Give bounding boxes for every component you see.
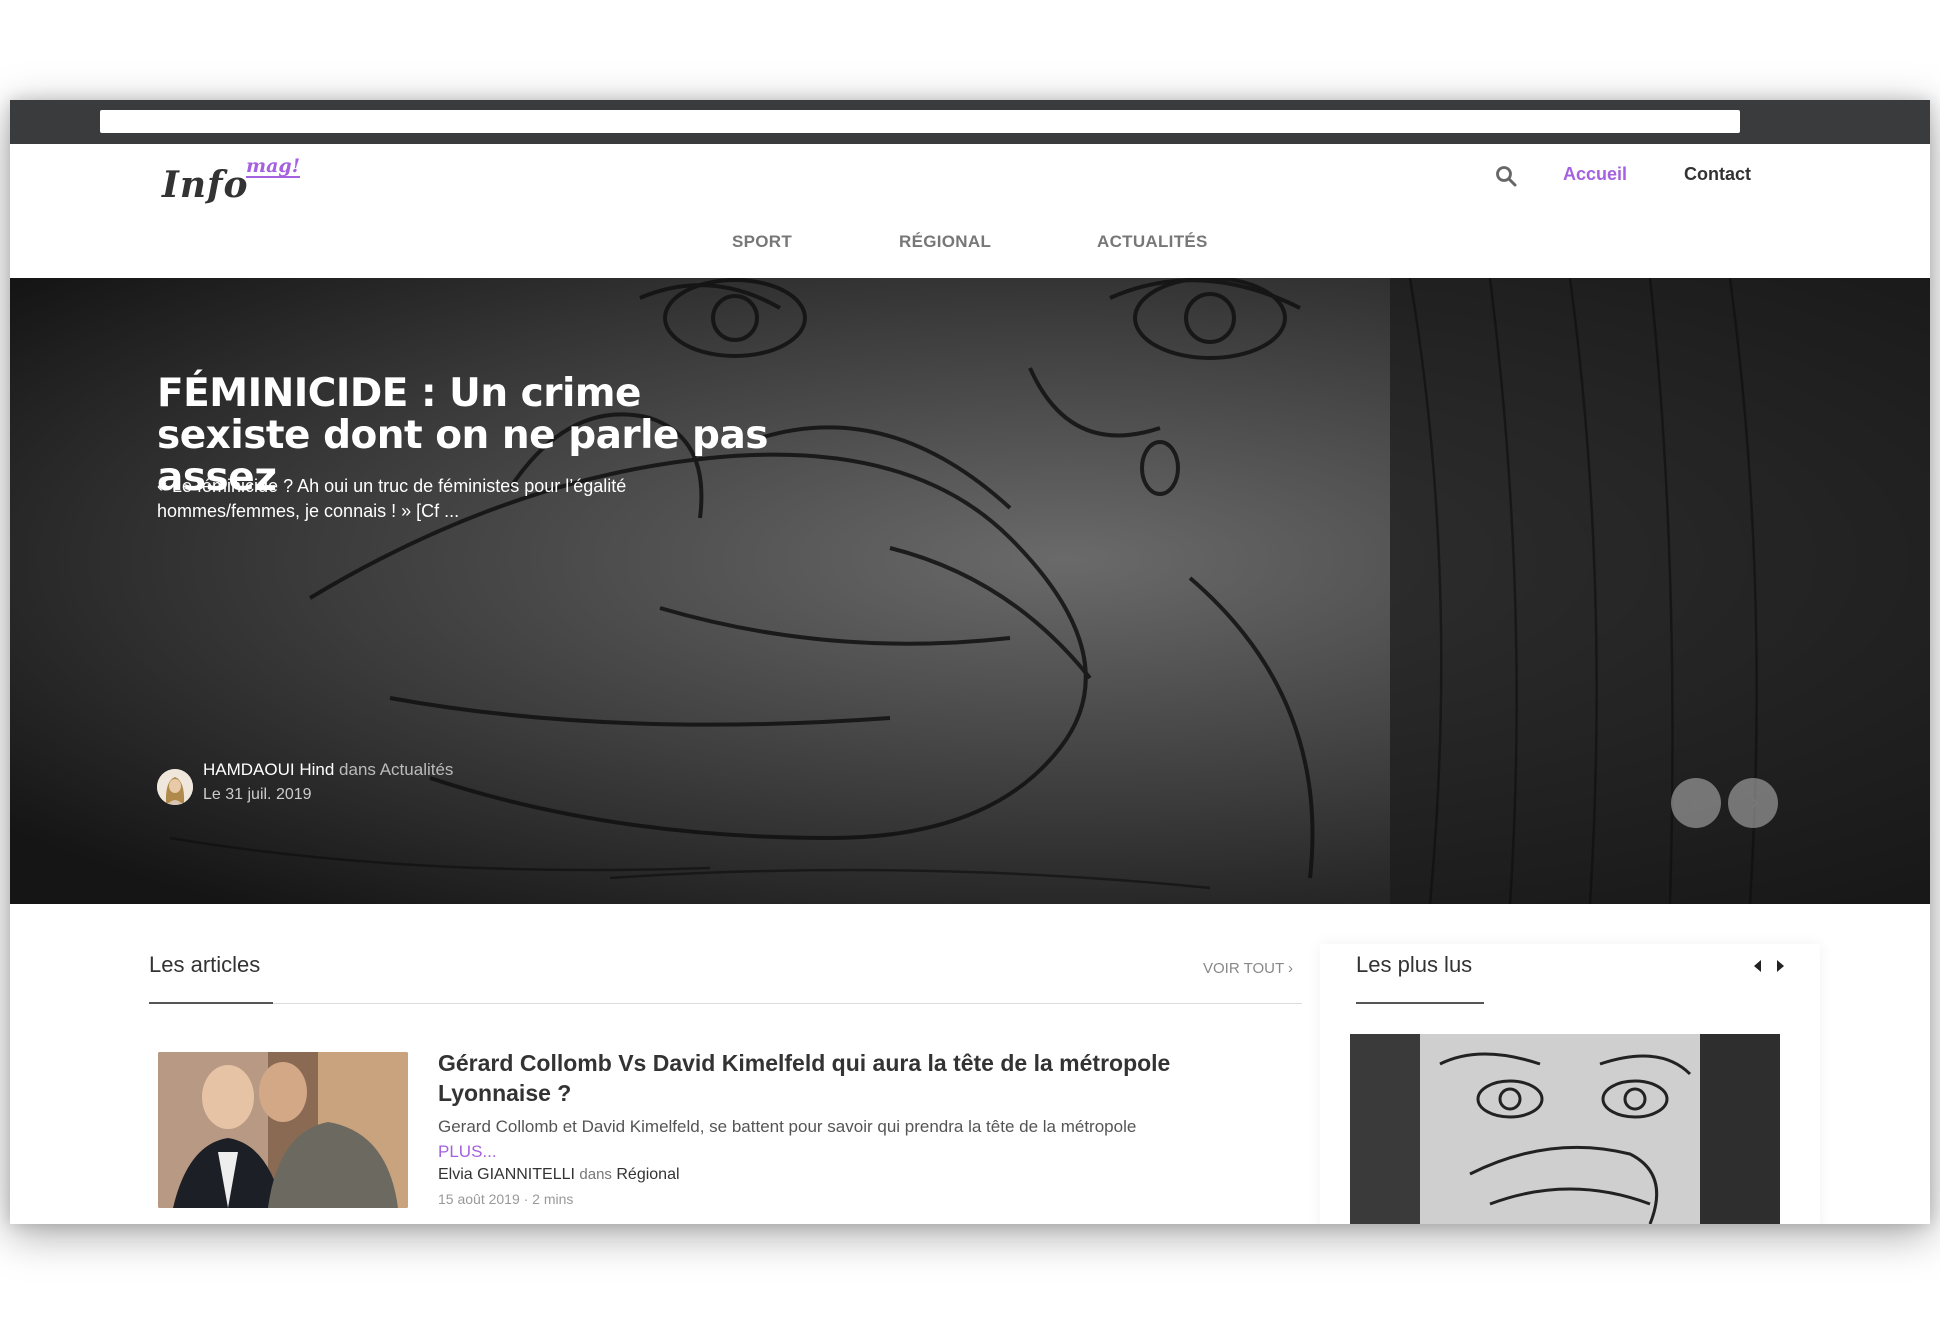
browser-window: Info mag! Accueil Contact SPORT RÉGIONAL…	[10, 100, 1930, 1224]
article-title[interactable]: Gérard Collomb Vs David Kimelfeld qui au…	[438, 1048, 1258, 1108]
hero-carousel: FÉMINICIDE : Un crime sexiste dont on ne…	[10, 278, 1930, 904]
browser-toolbar	[10, 100, 1930, 144]
search-button[interactable]	[1494, 164, 1520, 190]
plus-lus-title-underline	[1356, 1002, 1484, 1004]
nav-link-contact[interactable]: Contact	[1684, 164, 1751, 185]
hero-date: Le 31 juil. 2019	[203, 786, 312, 803]
plus-lus-next-button[interactable]	[1772, 958, 1788, 974]
article-dans: dans	[579, 1166, 612, 1183]
chevron-right-icon	[1748, 794, 1759, 812]
main-content: Les articles VOIR TOUT › Gérard Collomb …	[10, 904, 1930, 1224]
article-category[interactable]: Régional	[616, 1166, 679, 1183]
site-logo[interactable]: Info mag!	[162, 156, 312, 218]
plus-lus-thumbnail[interactable]	[1350, 1034, 1780, 1224]
article-thumbnail[interactable]	[158, 1052, 408, 1208]
logo-superscript: mag!	[246, 155, 301, 178]
voir-tout-link[interactable]: VOIR TOUT ›	[1203, 960, 1293, 977]
category-link-regional[interactable]: RÉGIONAL	[899, 232, 991, 252]
category-link-actualites[interactable]: ACTUALITÉS	[1097, 232, 1208, 252]
article-author[interactable]: Elvia GIANNITELLI	[438, 1166, 575, 1183]
author-avatar	[157, 769, 193, 805]
article-excerpt-text: Gerard Collomb et David Kimelfeld, se ba…	[438, 1117, 1137, 1136]
search-icon	[1496, 166, 1517, 187]
site-header: Info mag! Accueil Contact SPORT RÉGIONAL…	[10, 144, 1930, 278]
carousel-next-button[interactable]	[1728, 778, 1778, 828]
plus-lus-title: Les plus lus	[1356, 952, 1473, 977]
articles-divider	[149, 1003, 1302, 1004]
caret-right-icon	[1777, 960, 1784, 972]
nav-link-accueil[interactable]: Accueil	[1563, 164, 1627, 185]
hero-category[interactable]: Actualités	[380, 760, 454, 779]
carousel-prev-button[interactable]	[1671, 778, 1721, 828]
article-more-link[interactable]: PLUS...	[438, 1142, 497, 1161]
hero-dans: dans	[339, 760, 376, 779]
plus-lus-prev-button[interactable]	[1750, 958, 1766, 974]
hero-excerpt: « Le féminicide ? Ah oui un truc de fémi…	[157, 476, 627, 521]
article-excerpt: Gerard Collomb et David Kimelfeld, se ba…	[438, 1114, 1288, 1164]
articles-section-title: Les articles	[149, 952, 261, 977]
caret-left-icon	[1754, 960, 1761, 972]
chevron-left-icon	[1690, 794, 1701, 812]
hero-author-line: HAMDAOUI Hind dans Actualités	[203, 760, 453, 780]
address-bar[interactable]	[100, 110, 1740, 133]
category-link-sport[interactable]: SPORT	[732, 232, 792, 252]
articles-title-underline	[149, 1002, 273, 1004]
article-author-line: Elvia GIANNITELLI dans Régional	[438, 1166, 680, 1184]
logo-text: Info	[162, 164, 249, 206]
article-date: 15 août 2019 · 2 mins	[438, 1191, 574, 1207]
hero-author[interactable]: HAMDAOUI Hind	[203, 760, 334, 779]
